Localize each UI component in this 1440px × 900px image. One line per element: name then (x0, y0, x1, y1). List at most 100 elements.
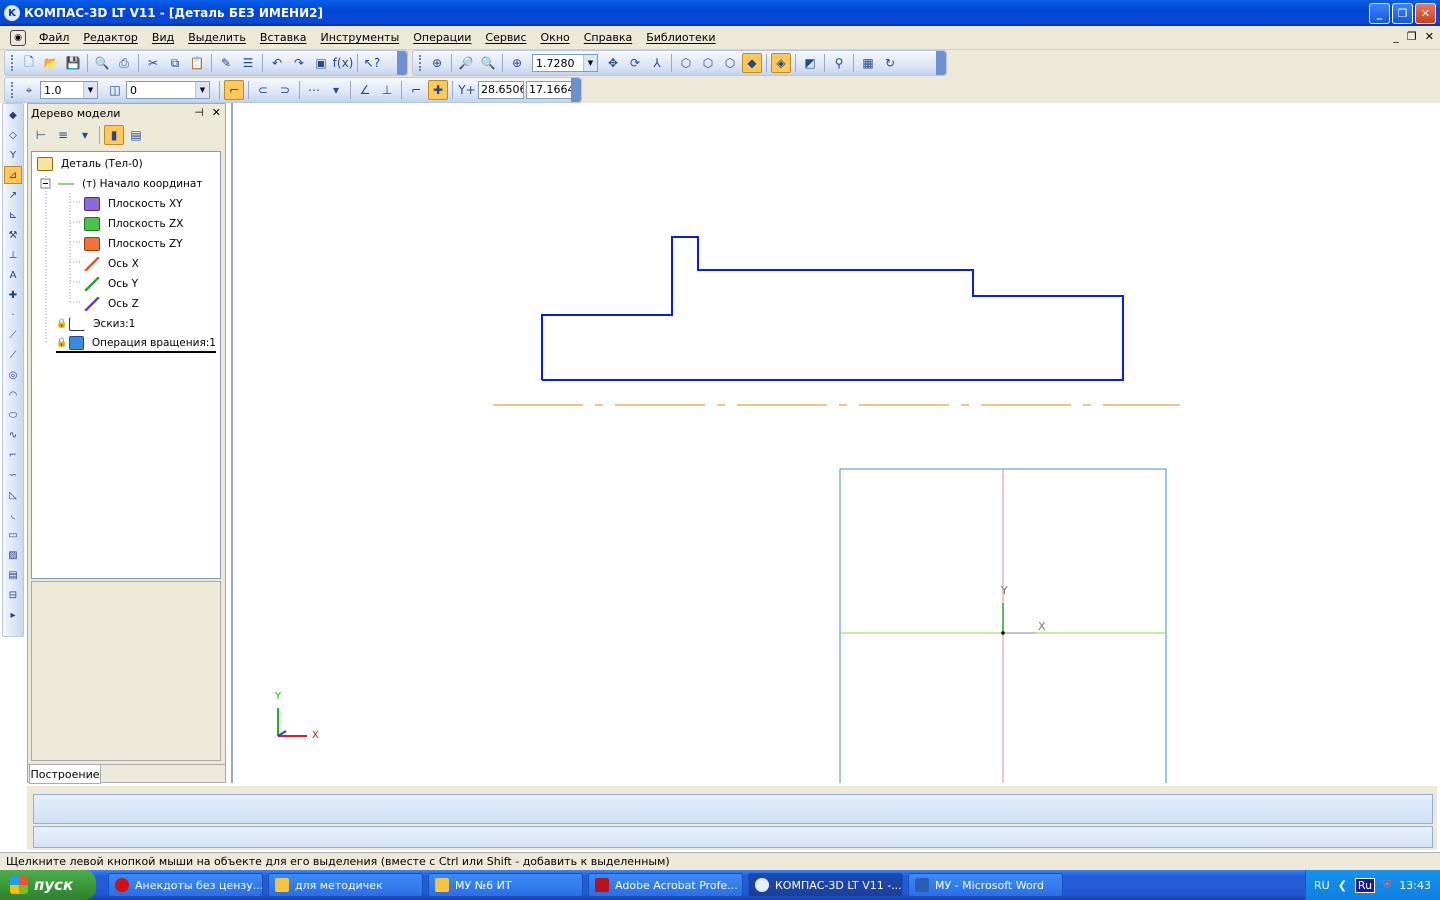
tree-view-icon[interactable]: ▮ (104, 125, 124, 145)
ortho-mode-icon[interactable]: ⌐ (406, 80, 426, 100)
contour-icon[interactable]: ▤ (4, 566, 22, 584)
doc-minimize-button[interactable]: _ (1393, 30, 1399, 43)
pin-icon[interactable]: ⊣ (194, 106, 204, 119)
projection-icon[interactable]: ⊟ (4, 586, 22, 604)
help-pointer-icon[interactable]: ↖? (362, 53, 382, 73)
filters-icon[interactable]: ⚲ (829, 53, 849, 73)
list-icon[interactable]: ☰ (238, 53, 258, 73)
snap-local-icon[interactable]: ⊃ (275, 80, 295, 100)
orientation-icon[interactable]: ⅄ (647, 53, 667, 73)
manager-icon[interactable]: ▣ (311, 53, 331, 73)
fillet-icon[interactable]: ◟ (4, 506, 22, 524)
refresh-icon[interactable]: ↻ (880, 53, 900, 73)
new-document-icon[interactable]: 🗋 (19, 53, 39, 73)
polyline-icon[interactable]: ⌐ (4, 446, 22, 464)
rebuild-icon[interactable]: ▦ (858, 53, 878, 73)
menu-help[interactable]: Справка (577, 31, 639, 44)
menu-view[interactable]: Вид (145, 31, 181, 44)
arc-icon[interactable]: ◠ (4, 386, 22, 404)
print-preview-icon[interactable]: 🔍 (92, 53, 112, 73)
step-icon[interactable]: ⌖ (19, 80, 39, 100)
zoom-scale-icon[interactable]: ⊕ (507, 53, 527, 73)
measure-icon[interactable]: ⊥ (4, 246, 22, 264)
part-editing-icon[interactable]: ◆ (4, 106, 22, 124)
hidden-lines-icon[interactable]: ⬡ (698, 53, 718, 73)
hatch-icon[interactable]: ▨ (4, 546, 22, 564)
circle-icon[interactable]: ◎ (4, 366, 22, 384)
point-icon[interactable]: · (4, 306, 22, 324)
menu-select[interactable]: Выделить (181, 31, 253, 44)
dimensions-icon[interactable]: ↗ (4, 186, 22, 204)
properties-icon[interactable]: ✎ (216, 53, 236, 73)
tree-item-plane-xy[interactable]: Плоскость XY (84, 195, 183, 213)
chevron-down-icon[interactable]: ▼ (195, 82, 209, 98)
restore-button[interactable]: ❐ (1392, 3, 1413, 24)
tree-item-plane-zy[interactable]: Плоскость ZY (84, 235, 183, 253)
zoom-combo[interactable]: 1.7280 ▼ (532, 54, 598, 72)
selection-icon[interactable]: ✚ (4, 286, 22, 304)
rectangle-icon[interactable]: ▭ (4, 526, 22, 544)
edit-icon[interactable]: ⚒ (4, 226, 22, 244)
layer-combo[interactable]: 0 ▼ (126, 81, 210, 99)
more-tools-icon[interactable]: ▸ (4, 606, 22, 624)
save-icon[interactable]: 💾 (63, 53, 83, 73)
bezier-icon[interactable]: ∽ (4, 466, 22, 484)
language-indicator[interactable]: RU (1314, 879, 1330, 892)
snap-icon[interactable]: ⊂ (253, 80, 273, 100)
tray-expand-icon[interactable]: ❮ (1338, 879, 1347, 892)
menu-service[interactable]: Сервис (478, 31, 533, 44)
geometry-icon[interactable]: ⊿ (4, 166, 22, 184)
close-icon[interactable]: ✕ (212, 106, 221, 119)
taskbar-item-opera[interactable]: Анекдоты без цензу... (108, 873, 263, 897)
coord-x-field[interactable]: 28.6506 (478, 81, 524, 99)
cut-icon[interactable]: ✂ (143, 53, 163, 73)
parametric-icon[interactable]: ✚ (428, 80, 448, 100)
grid-icon[interactable]: ⋯ (304, 80, 324, 100)
taskbar-item-folder-methods[interactable]: для методичек (268, 873, 423, 897)
tree-item-axis-x[interactable]: Ось X (84, 255, 139, 273)
tree-item-sketch[interactable]: 🔒 Эскиз:1 (56, 315, 135, 333)
orthogonal-icon[interactable]: ⊥ (377, 80, 397, 100)
variables-icon[interactable]: f(x) (333, 53, 354, 73)
segment-icon[interactable]: ⟋ (4, 326, 22, 344)
chevron-down-icon[interactable]: ▾ (326, 80, 346, 100)
surfaces-icon[interactable]: Y (4, 146, 22, 164)
copy-icon[interactable]: ⧉ (165, 53, 185, 73)
taskbar-item-kompas[interactable]: КОМПАС-3D LT V11 -... (748, 873, 903, 897)
halftone-icon[interactable]: ◆ (742, 53, 762, 73)
close-button[interactable]: ✕ (1415, 3, 1436, 24)
document-menu-icon[interactable]: ◉ (10, 29, 26, 46)
open-folder-icon[interactable]: 📂 (41, 53, 61, 73)
keyboard-layout-badge[interactable]: Ru (1354, 877, 1376, 893)
ellipse-icon[interactable]: ⬭ (4, 406, 22, 424)
tab-construction[interactable]: Построение (29, 765, 101, 784)
tree-structure-icon[interactable]: ⊢ (31, 125, 51, 145)
menu-window[interactable]: Окно (534, 31, 577, 44)
doc-close-button[interactable]: ✕ (1425, 30, 1434, 43)
parametrization-icon[interactable]: ⊾ (4, 206, 22, 224)
menu-tools[interactable]: Инструменты (314, 31, 407, 44)
print-icon[interactable]: ⎙ (114, 53, 134, 73)
taskbar-item-folder-mu6[interactable]: МУ №6 ИТ (428, 873, 583, 897)
wireframe-icon[interactable]: ⬡ (676, 53, 696, 73)
menu-libraries[interactable]: Библиотеки (639, 31, 722, 44)
menu-insert[interactable]: Вставка (253, 31, 314, 44)
tree-item-part[interactable]: Деталь (Тел-0) (37, 155, 143, 173)
local-cs-icon[interactable]: ∠ (355, 80, 375, 100)
layer-icon[interactable]: ◫ (105, 80, 125, 100)
minimize-button[interactable]: _ (1369, 3, 1390, 24)
model-canvas[interactable]: Y X Y X (231, 103, 1440, 783)
doc-restore-button[interactable]: ❐ (1407, 30, 1417, 43)
spatial-curves-icon[interactable]: ◇ (4, 126, 22, 144)
chevron-down-icon[interactable]: ▼ (583, 55, 597, 71)
redo-icon[interactable]: ↷ (289, 53, 309, 73)
rotate-icon[interactable]: ⟳ (625, 53, 645, 73)
taskbar-item-acrobat[interactable]: Adobe Acrobat Profe... (588, 873, 743, 897)
sketch-profile[interactable] (541, 236, 1124, 381)
hidden-thin-icon[interactable]: ⬡ (720, 53, 740, 73)
coord-y-field[interactable]: 17.1664 (526, 81, 574, 99)
taskbar-item-word[interactable]: МУ - Microsoft Word (908, 873, 1063, 897)
halftone-edges-icon[interactable]: ◈ (771, 53, 791, 73)
paste-icon[interactable]: 📋 (187, 53, 207, 73)
chamfer-icon[interactable]: ◺ (4, 486, 22, 504)
